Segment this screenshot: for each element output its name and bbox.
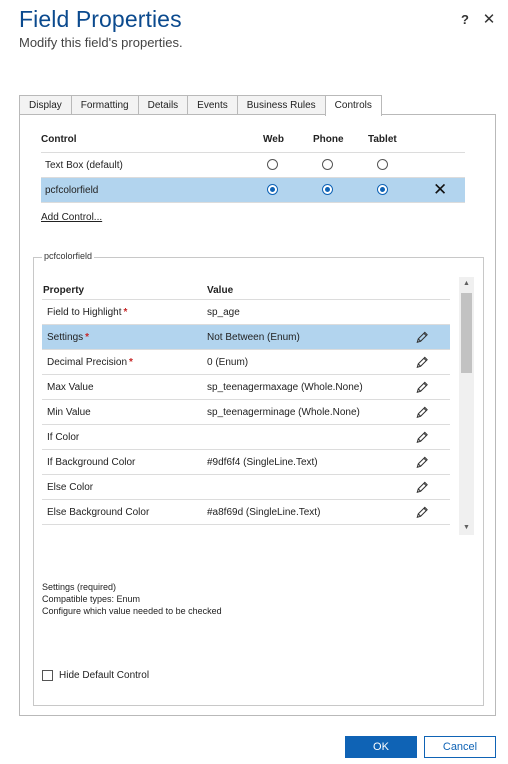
web-radio[interactable] <box>267 184 278 195</box>
pencil-icon[interactable] <box>414 405 430 420</box>
property-name: If Background Color <box>47 457 136 468</box>
table-row[interactable]: Min Value sp_teenagerminage (Whole.None) <box>42 400 450 425</box>
property-value: sp_teenagermaxage (Whole.None) <box>207 382 363 393</box>
properties-scrollbar[interactable]: ▲ ▼ <box>459 277 474 535</box>
property-name: Decimal Precision * <box>47 357 133 368</box>
property-name: Min Value <box>47 407 91 418</box>
controls-table: Control Web Phone Tablet Text Box (defau… <box>41 126 465 203</box>
tab-controls[interactable]: Controls <box>324 95 382 116</box>
description-line: Compatible types: Enum <box>42 594 141 604</box>
add-control-link[interactable]: Add Control... <box>41 212 102 223</box>
tab-events[interactable]: Events <box>187 95 238 115</box>
table-row[interactable]: If Background Color #9df6f4 (SingleLine.… <box>42 450 450 475</box>
property-value: sp_age <box>207 307 240 318</box>
tablet-radio[interactable] <box>377 184 388 195</box>
required-marker: * <box>129 357 133 368</box>
ok-button[interactable]: OK <box>345 736 417 758</box>
property-description: Settings (required) Compatible types: En… <box>42 581 222 617</box>
hide-default-label: Hide Default Control <box>59 670 150 681</box>
properties-table: Property Value Field to Highlight * sp_ag… <box>42 277 450 525</box>
property-value: #a8f69d (SingleLine.Text) <box>207 507 321 518</box>
tab-business-rules[interactable]: Business Rules <box>236 95 326 115</box>
table-row[interactable]: Max Value sp_teenagermaxage (Whole.None) <box>42 375 450 400</box>
property-value: sp_teenagerminage (Whole.None) <box>207 407 360 418</box>
pencil-icon[interactable] <box>414 505 430 520</box>
controls-table-header: Control Web Phone Tablet <box>41 126 465 153</box>
property-name: Field to Highlight * <box>47 307 128 318</box>
header-property: Property <box>43 285 85 296</box>
remove-control-icon[interactable]: ✕ <box>433 180 447 200</box>
property-value: #9df6f4 (SingleLine.Text) <box>207 457 318 468</box>
pencil-icon[interactable] <box>414 455 430 470</box>
fieldset-legend: pcfcolorfield <box>42 251 95 261</box>
tablet-radio[interactable] <box>377 159 388 170</box>
description-line: Settings (required) <box>42 582 117 592</box>
pencil-icon[interactable] <box>414 330 430 345</box>
description-line: Configure which value needed to be check… <box>42 606 222 616</box>
properties-table-viewport: Property Value Field to Highlight * sp_ag… <box>42 277 474 535</box>
required-marker: * <box>123 307 128 318</box>
header-control: Control <box>41 134 77 145</box>
table-row[interactable]: Field to Highlight * sp_age <box>42 300 450 325</box>
table-row[interactable]: pcfcolorfield ✕ <box>41 178 465 203</box>
property-name: If Color <box>47 432 80 443</box>
tab-details[interactable]: Details <box>137 95 189 115</box>
control-properties-fieldset: pcfcolorfield Property Value Field to Hi… <box>33 251 484 706</box>
scroll-up-arrow-icon[interactable]: ▲ <box>459 277 474 291</box>
table-row[interactable]: Else Color <box>42 475 450 500</box>
tab-strip: Display Formatting Details Events Busine… <box>19 95 382 116</box>
property-value: 0 (Enum) <box>207 357 249 368</box>
tab-formatting[interactable]: Formatting <box>70 95 139 115</box>
table-row[interactable]: Settings * Not Between (Enum) <box>42 325 450 350</box>
pencil-icon[interactable] <box>414 380 430 395</box>
property-name: Max Value <box>47 382 94 393</box>
property-value: Not Between (Enum) <box>207 332 300 343</box>
web-radio[interactable] <box>267 159 278 170</box>
controls-panel: Control Web Phone Tablet Text Box (defau… <box>19 114 496 716</box>
header-phone: Phone <box>313 134 344 145</box>
hide-default-checkbox[interactable] <box>42 670 53 681</box>
dialog-title: Field Properties <box>19 6 182 32</box>
header-value: Value <box>207 285 234 296</box>
control-name: pcfcolorfield <box>45 185 99 196</box>
table-row[interactable]: Text Box (default) <box>41 153 465 178</box>
cancel-button[interactable]: Cancel <box>424 736 496 758</box>
pencil-icon[interactable] <box>414 480 430 495</box>
properties-table-header: Property Value <box>42 277 450 300</box>
property-name: Else Color <box>47 482 94 493</box>
scrollbar-thumb[interactable] <box>461 293 472 373</box>
control-name: Text Box (default) <box>45 160 123 171</box>
dialog-footer: OK Cancel <box>0 722 508 764</box>
table-row[interactable]: Else Background Color #a8f69d (SingleLin… <box>42 500 450 525</box>
close-button[interactable]: ✕ <box>482 10 496 28</box>
property-name: Settings * <box>47 332 90 343</box>
pencil-icon[interactable] <box>414 430 430 445</box>
required-marker: * <box>85 332 90 343</box>
property-name: Else Background Color <box>47 507 150 518</box>
tab-display[interactable]: Display <box>19 95 72 115</box>
phone-radio[interactable] <box>322 159 333 170</box>
help-button[interactable]: ? <box>458 12 472 27</box>
header-web: Web <box>263 134 284 145</box>
hide-default-control[interactable]: Hide Default Control <box>42 670 149 681</box>
phone-radio[interactable] <box>322 184 333 195</box>
scroll-down-arrow-icon[interactable]: ▼ <box>459 521 474 535</box>
header-tablet: Tablet <box>368 134 397 145</box>
dialog-subtitle: Modify this field's properties. <box>19 35 183 50</box>
pencil-icon[interactable] <box>414 355 430 370</box>
table-row[interactable]: If Color <box>42 425 450 450</box>
table-row[interactable]: Decimal Precision * 0 (Enum) <box>42 350 450 375</box>
